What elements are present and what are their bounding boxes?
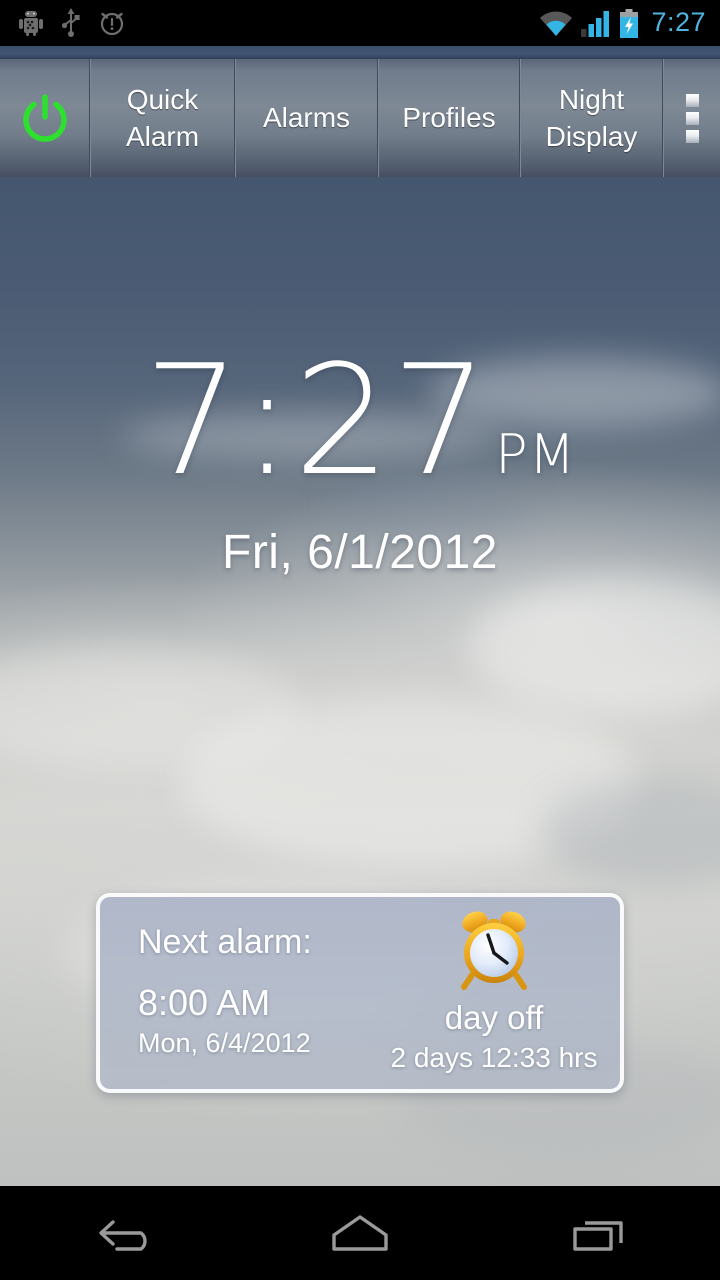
- recent-apps-button[interactable]: [510, 1186, 690, 1280]
- next-alarm-profile: day off: [445, 999, 543, 1037]
- home-button[interactable]: [270, 1186, 450, 1280]
- wifi-icon: [539, 10, 573, 37]
- next-alarm-label: Next alarm:: [138, 923, 368, 962]
- clock-display[interactable]: 7:27 PM Fri, 6/1/2012: [0, 177, 720, 580]
- status-bar[interactable]: 7:27: [0, 0, 720, 46]
- next-alarm-profile-block: day off 2 days 12:33 hrs: [368, 897, 620, 1089]
- back-arrow-icon: [89, 1212, 151, 1254]
- overflow-menu-button[interactable]: [663, 59, 720, 177]
- time-row: 7:27 PM: [0, 345, 720, 497]
- tab-quick-alarm-label: QuickAlarm: [126, 81, 199, 155]
- next-alarm-details: Next alarm: 8:00 AM Mon, 6/4/2012: [100, 897, 368, 1089]
- overflow-menu-icon: [686, 94, 699, 143]
- tab-alarms-label: Alarms: [263, 99, 350, 136]
- next-alarm-countdown: 2 days 12:33 hrs: [390, 1042, 597, 1074]
- power-icon: [18, 91, 72, 145]
- clock-ampm: PM: [495, 423, 576, 486]
- next-alarm-card[interactable]: Next alarm: 8:00 AM Mon, 6/4/2012: [96, 893, 624, 1093]
- tab-quick-alarm[interactable]: QuickAlarm: [90, 59, 235, 177]
- android-navigation-bar: [0, 1186, 720, 1280]
- android-debug-icon: [18, 9, 44, 37]
- tab-profiles[interactable]: Profiles: [378, 59, 520, 177]
- tab-night-display[interactable]: NightDisplay: [520, 59, 663, 177]
- power-toggle-button[interactable]: [0, 59, 90, 177]
- tab-night-display-label: NightDisplay: [546, 81, 638, 155]
- usb-icon: [60, 8, 82, 38]
- home-icon: [328, 1211, 392, 1255]
- next-alarm-time: 8:00 AM: [138, 982, 368, 1024]
- alarm-clock-icon: [450, 907, 538, 995]
- recent-apps-icon: [569, 1211, 631, 1255]
- next-alarm-date: Mon, 6/4/2012: [138, 1028, 368, 1059]
- status-bar-clock: 7:27: [647, 7, 706, 40]
- alarm-alert-icon: [98, 9, 126, 37]
- tab-alarms[interactable]: Alarms: [235, 59, 378, 177]
- cellular-signal-icon: [581, 10, 611, 37]
- clock-time: 7:27: [144, 345, 489, 497]
- tab-profiles-label: Profiles: [402, 99, 495, 136]
- app-toolbar: QuickAlarm Alarms Profiles NightDisplay: [0, 59, 720, 177]
- status-bar-left-icons: [0, 8, 126, 38]
- battery-charging-icon: [619, 9, 639, 38]
- back-button[interactable]: [30, 1186, 210, 1280]
- toolbar-top-strip: [0, 46, 720, 59]
- status-bar-right-icons: 7:27: [539, 7, 720, 40]
- phone-screen: 7:27 QuickAlarm Alarms Profiles: [0, 0, 720, 1280]
- clock-date: Fri, 6/1/2012: [0, 525, 720, 580]
